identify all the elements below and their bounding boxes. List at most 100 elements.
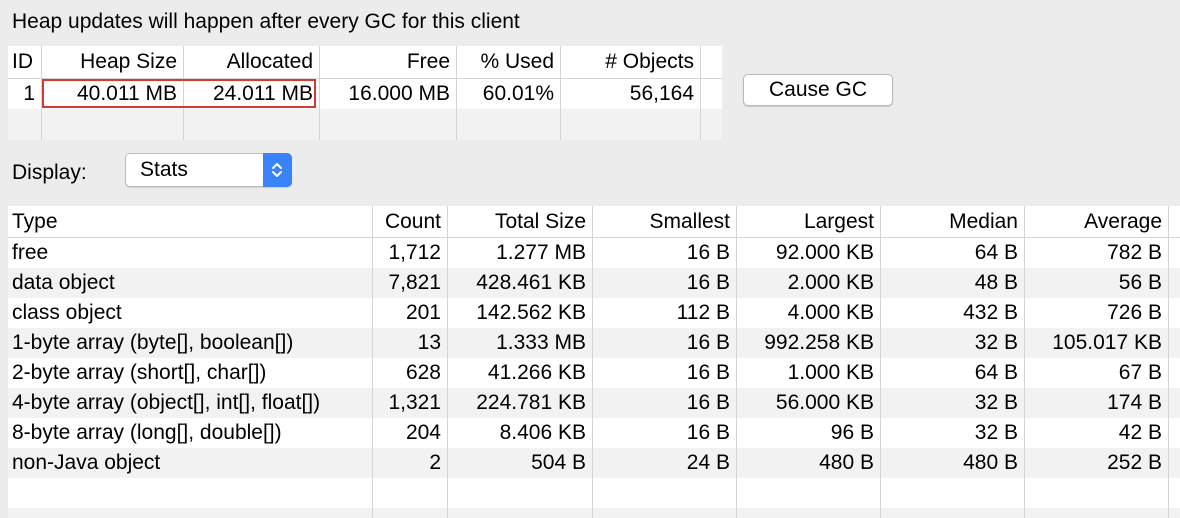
cell-average: 726 B [1107,301,1162,324]
column-divider [736,206,737,518]
cell-count: 2 [429,451,441,474]
cell-type: 1-byte array (byte[], boolean[]) [12,331,294,354]
col-header-percent-used[interactable]: % Used [456,46,560,78]
cell-average: 42 B [1118,421,1162,444]
cell-average: 105.017 KB [1052,331,1162,354]
column-divider [560,46,561,140]
cell-free: 16.000 MB [348,82,450,105]
cell-type: class object [12,301,122,324]
cell-id: 1 [23,82,35,105]
cell-largest: 2.000 KB [787,271,874,294]
cell-median: 32 B [974,421,1018,444]
cell-type: 2-byte array (short[], char[]) [12,361,267,384]
table-row[interactable]: 2-byte array (short[], char[]) 628 41.266 … [8,358,1180,388]
cell-total-size: 142.562 KB [476,301,586,324]
cell-largest: 1.000 KB [787,361,874,384]
cell-count: 204 [405,421,441,444]
column-divider [372,206,373,518]
cell-largest: 480 B [819,451,874,474]
cell-type: data object [12,271,115,294]
cell-total-size: 41.266 KB [487,361,586,384]
column-divider [1168,206,1169,518]
cell-total-size: 1.277 MB [496,241,586,264]
table-row[interactable]: 4-byte array (object[], int[], float[]) 1… [8,388,1180,418]
cell-smallest: 16 B [686,391,730,414]
cell-median: 64 B [974,361,1018,384]
cell-average: 782 B [1107,241,1162,264]
cell-total-size: 1.333 MB [496,331,586,354]
cell-type: free [12,241,49,264]
empty-row [8,478,1180,508]
cell-largest: 96 B [830,421,874,444]
cell-count: 1,712 [388,241,441,264]
cell-count: 1,321 [388,391,441,414]
display-select[interactable]: Stats [125,153,292,187]
cell-largest: 92.000 KB [775,241,874,264]
stats-table: Type Count Total Size Smallest Largest M… [8,206,1180,518]
cell-count: 7,821 [388,271,441,294]
cause-gc-button[interactable]: Cause GC [743,74,893,106]
col-header-smallest[interactable]: Smallest [592,206,736,237]
cell-median: 480 B [963,451,1018,474]
cell-median: 32 B [974,391,1018,414]
cell-median: 432 B [963,301,1018,324]
heap-table-header: ID Heap Size Allocated Free % Used # Obj… [8,46,722,79]
cell-median: 32 B [974,331,1018,354]
table-row[interactable]: free 1,712 1.277 MB 16 B 92.000 KB 64 B 782 B [8,238,1180,268]
cell-type: 4-byte array (object[], int[], float[]) [12,391,321,414]
col-header-id[interactable]: ID [8,46,41,78]
column-divider [700,46,701,140]
cell-total-size: 428.461 KB [476,271,586,294]
cell-average: 67 B [1118,361,1162,384]
cell-total-size: 224.781 KB [476,391,586,414]
cell-smallest: 16 B [686,331,730,354]
col-header-objects[interactable]: # Objects [560,46,700,78]
column-divider [319,46,320,140]
col-header-largest[interactable]: Largest [736,206,880,237]
column-divider [1024,206,1025,518]
cell-type: 8-byte array (long[], double[]) [12,421,282,444]
col-header-total-size[interactable]: Total Size [447,206,592,237]
cell-average: 252 B [1107,451,1162,474]
cell-median: 48 B [974,271,1018,294]
cell-total-size: 504 B [531,451,586,474]
cell-type: non-Java object [12,451,161,474]
table-row[interactable]: non-Java object 2 504 B 24 B 480 B 480 B 252 B [8,448,1180,478]
stats-table-header: Type Count Total Size Smallest Largest M… [8,206,1180,238]
heap-update-message: Heap updates will happen after every GC … [12,10,520,33]
highlight-annotation [42,79,316,108]
column-divider [880,206,881,518]
column-divider [592,206,593,518]
col-header-type[interactable]: Type [8,206,372,237]
table-row[interactable]: 8-byte array (long[], double[]) 204 8.406 … [8,418,1180,448]
cell-count: 13 [417,331,441,354]
cell-objects: 56,164 [629,82,694,105]
col-header-median[interactable]: Median [880,206,1024,237]
popup-arrows-icon [263,153,292,187]
cell-smallest: 16 B [686,361,730,384]
display-selected-value: Stats [140,158,188,181]
table-row[interactable]: 1-byte array (byte[], boolean[]) 13 1.333 … [8,328,1180,358]
cell-largest: 992.258 KB [764,331,874,354]
table-row[interactable]: data object 7,821 428.461 KB 16 B 2.000 KB 48… [8,268,1180,298]
empty-row [8,508,1180,518]
col-header-heap-size[interactable]: Heap Size [41,46,183,78]
col-header-count[interactable]: Count [372,206,447,237]
cell-total-size: 8.406 KB [499,421,586,444]
cell-largest: 56.000 KB [775,391,874,414]
display-label: Display: [12,161,87,184]
col-header-average[interactable]: Average [1024,206,1168,237]
cell-median: 64 B [974,241,1018,264]
col-header-free[interactable]: Free [319,46,456,78]
col-header-allocated[interactable]: Allocated [183,46,319,78]
empty-row [8,109,722,140]
cell-smallest: 16 B [686,241,730,264]
cell-count: 628 [405,361,441,384]
cell-smallest: 16 B [686,271,730,294]
cell-percent-used: 60.01% [482,82,554,105]
table-row[interactable]: class object 201 142.562 KB 112 B 4.000 KB 43… [8,298,1180,328]
column-divider [456,46,457,140]
cell-largest: 4.000 KB [787,301,874,324]
cell-smallest: 24 B [686,451,730,474]
cell-average: 56 B [1118,271,1162,294]
